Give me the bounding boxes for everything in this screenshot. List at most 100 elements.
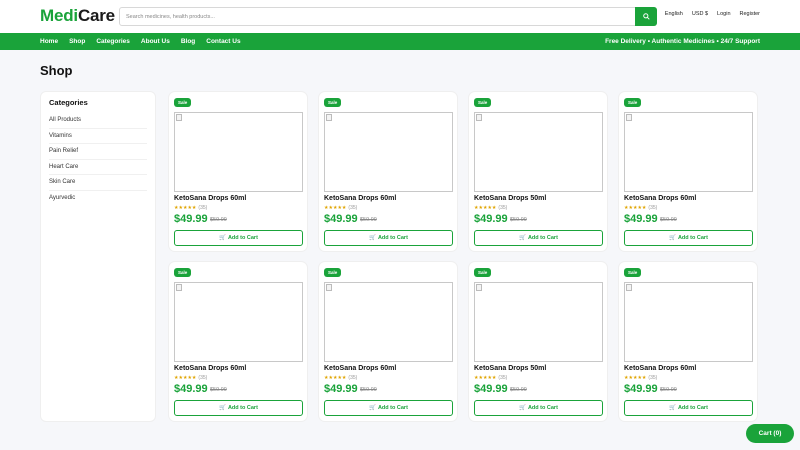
product-card[interactable]: Sale KetoSana Drops 60ml ★★★★★ (35) $49.9… (168, 261, 308, 422)
nav-shop[interactable]: Shop (69, 38, 85, 45)
category-all-products[interactable]: All Products (49, 113, 147, 129)
add-to-cart-label: Add to Cart (677, 405, 708, 411)
sale-badge: Sale (174, 268, 192, 277)
product-name[interactable]: KetoSana Drops 60ml (174, 195, 246, 202)
add-to-cart-label: Add to Cart (227, 235, 258, 241)
broken-image-icon (626, 114, 632, 121)
stars-icon: ★★★★★ (474, 205, 497, 211)
product-price: $49.99 (174, 383, 208, 395)
product-name[interactable]: KetoSana Drops 50ml (474, 195, 546, 202)
stars-icon: ★★★★★ (324, 205, 347, 211)
add-to-cart-label: Add to Cart (527, 235, 558, 241)
add-to-cart-button[interactable]: 🛒 Add to Cart (474, 230, 603, 246)
cart-icon: 🛒 (219, 235, 226, 241)
broken-image-icon (176, 114, 182, 121)
nav-home[interactable]: Home (40, 38, 58, 45)
product-card[interactable]: Sale KetoSana Drops 60ml ★★★★★ (35) $49.9… (618, 261, 758, 422)
review-count: (35) (498, 205, 508, 211)
add-to-cart-label: Add to Cart (377, 235, 408, 241)
sale-badge: Sale (324, 268, 342, 277)
search-button[interactable] (635, 7, 657, 26)
review-count: (35) (198, 205, 208, 211)
add-to-cart-button[interactable]: 🛒 Add to Cart (324, 400, 453, 416)
stars-icon: ★★★★★ (624, 375, 647, 381)
add-to-cart-button[interactable]: 🛒 Add to Cart (324, 230, 453, 246)
product-rating: ★★★★★ (35) (324, 375, 357, 381)
promo-banner: Free Delivery • Authentic Medicines • 24… (605, 38, 760, 45)
stars-icon: ★★★★★ (174, 205, 197, 211)
category-heart-care[interactable]: Heart Care (49, 160, 147, 175)
product-image[interactable] (324, 282, 453, 362)
logo-care: Care (77, 6, 115, 25)
broken-image-icon (626, 284, 632, 291)
add-to-cart-label: Add to Cart (227, 405, 258, 411)
product-name[interactable]: KetoSana Drops 60ml (324, 195, 396, 202)
product-price: $49.99 (474, 213, 508, 225)
product-image[interactable] (474, 282, 603, 362)
floating-cart-button[interactable]: Cart (0) (746, 424, 794, 443)
add-to-cart-button[interactable]: 🛒 Add to Cart (624, 230, 753, 246)
review-count: (35) (648, 375, 658, 381)
product-card[interactable]: Sale KetoSana Drops 50ml ★★★★★ (35) $49.9… (468, 91, 608, 252)
categories-title: Categories (49, 98, 88, 107)
sale-badge: Sale (474, 268, 492, 277)
original-price: $59.99 (360, 217, 377, 223)
product-card[interactable]: Sale KetoSana Drops 60ml ★★★★★ (35) $49.9… (318, 91, 458, 252)
add-to-cart-label: Add to Cart (677, 235, 708, 241)
review-count: (35) (348, 375, 358, 381)
product-rating: ★★★★★ (35) (174, 205, 207, 211)
product-image[interactable] (174, 112, 303, 192)
original-price: $59.99 (660, 217, 677, 223)
cart-icon: 🛒 (519, 405, 526, 411)
register-link[interactable]: Register (740, 11, 760, 17)
add-to-cart-button[interactable]: 🛒 Add to Cart (624, 400, 753, 416)
add-to-cart-button[interactable]: 🛒 Add to Cart (174, 230, 303, 246)
search-input[interactable] (120, 8, 636, 25)
product-name[interactable]: KetoSana Drops 50ml (474, 365, 546, 372)
product-image[interactable] (624, 112, 753, 192)
add-to-cart-label: Add to Cart (527, 405, 558, 411)
search-icon (642, 13, 650, 20)
broken-image-icon (326, 114, 332, 121)
original-price: $59.99 (510, 387, 527, 393)
add-to-cart-button[interactable]: 🛒 Add to Cart (174, 400, 303, 416)
currency-selector[interactable]: USD $ (692, 11, 708, 17)
header-links: English USD $ Login Register (665, 11, 760, 17)
product-rating: ★★★★★ (35) (624, 205, 657, 211)
main-nav: Home Shop Categories About Us Blog Conta… (0, 33, 800, 50)
language-selector[interactable]: English (665, 11, 683, 17)
add-to-cart-label: Add to Cart (377, 405, 408, 411)
product-rating: ★★★★★ (35) (324, 205, 357, 211)
product-price: $49.99 (174, 213, 208, 225)
product-rating: ★★★★★ (35) (624, 375, 657, 381)
product-card[interactable]: Sale KetoSana Drops 60ml ★★★★★ (35) $49.9… (318, 261, 458, 422)
nav-categories[interactable]: Categories (96, 38, 130, 45)
broken-image-icon (476, 114, 482, 121)
product-name[interactable]: KetoSana Drops 60ml (324, 365, 396, 372)
product-image[interactable] (474, 112, 603, 192)
product-image[interactable] (174, 282, 303, 362)
login-link[interactable]: Login (717, 11, 730, 17)
category-vitamins[interactable]: Vitamins (49, 129, 147, 144)
product-price: $49.99 (624, 383, 658, 395)
add-to-cart-button[interactable]: 🛒 Add to Cart (474, 400, 603, 416)
product-card[interactable]: Sale KetoSana Drops 60ml ★★★★★ (35) $49.9… (618, 91, 758, 252)
product-rating: ★★★★★ (35) (174, 375, 207, 381)
nav-blog[interactable]: Blog (181, 38, 195, 45)
product-name[interactable]: KetoSana Drops 60ml (174, 365, 246, 372)
nav-contact-us[interactable]: Contact Us (206, 38, 240, 45)
product-card[interactable]: Sale KetoSana Drops 60ml ★★★★★ (35) $49.9… (168, 91, 308, 252)
sale-badge: Sale (174, 98, 192, 107)
review-count: (35) (498, 375, 508, 381)
product-image[interactable] (624, 282, 753, 362)
site-logo[interactable]: MediCare (40, 6, 115, 26)
category-skin-care[interactable]: Skin Care (49, 175, 147, 191)
nav-about-us[interactable]: About Us (141, 38, 170, 45)
product-name[interactable]: KetoSana Drops 60ml (624, 365, 696, 372)
product-image[interactable] (324, 112, 453, 192)
category-ayurvedic[interactable]: Ayurvedic (49, 191, 147, 207)
stars-icon: ★★★★★ (324, 375, 347, 381)
product-card[interactable]: Sale KetoSana Drops 50ml ★★★★★ (35) $49.9… (468, 261, 608, 422)
category-pain-relief[interactable]: Pain Relief (49, 144, 147, 160)
product-name[interactable]: KetoSana Drops 60ml (624, 195, 696, 202)
